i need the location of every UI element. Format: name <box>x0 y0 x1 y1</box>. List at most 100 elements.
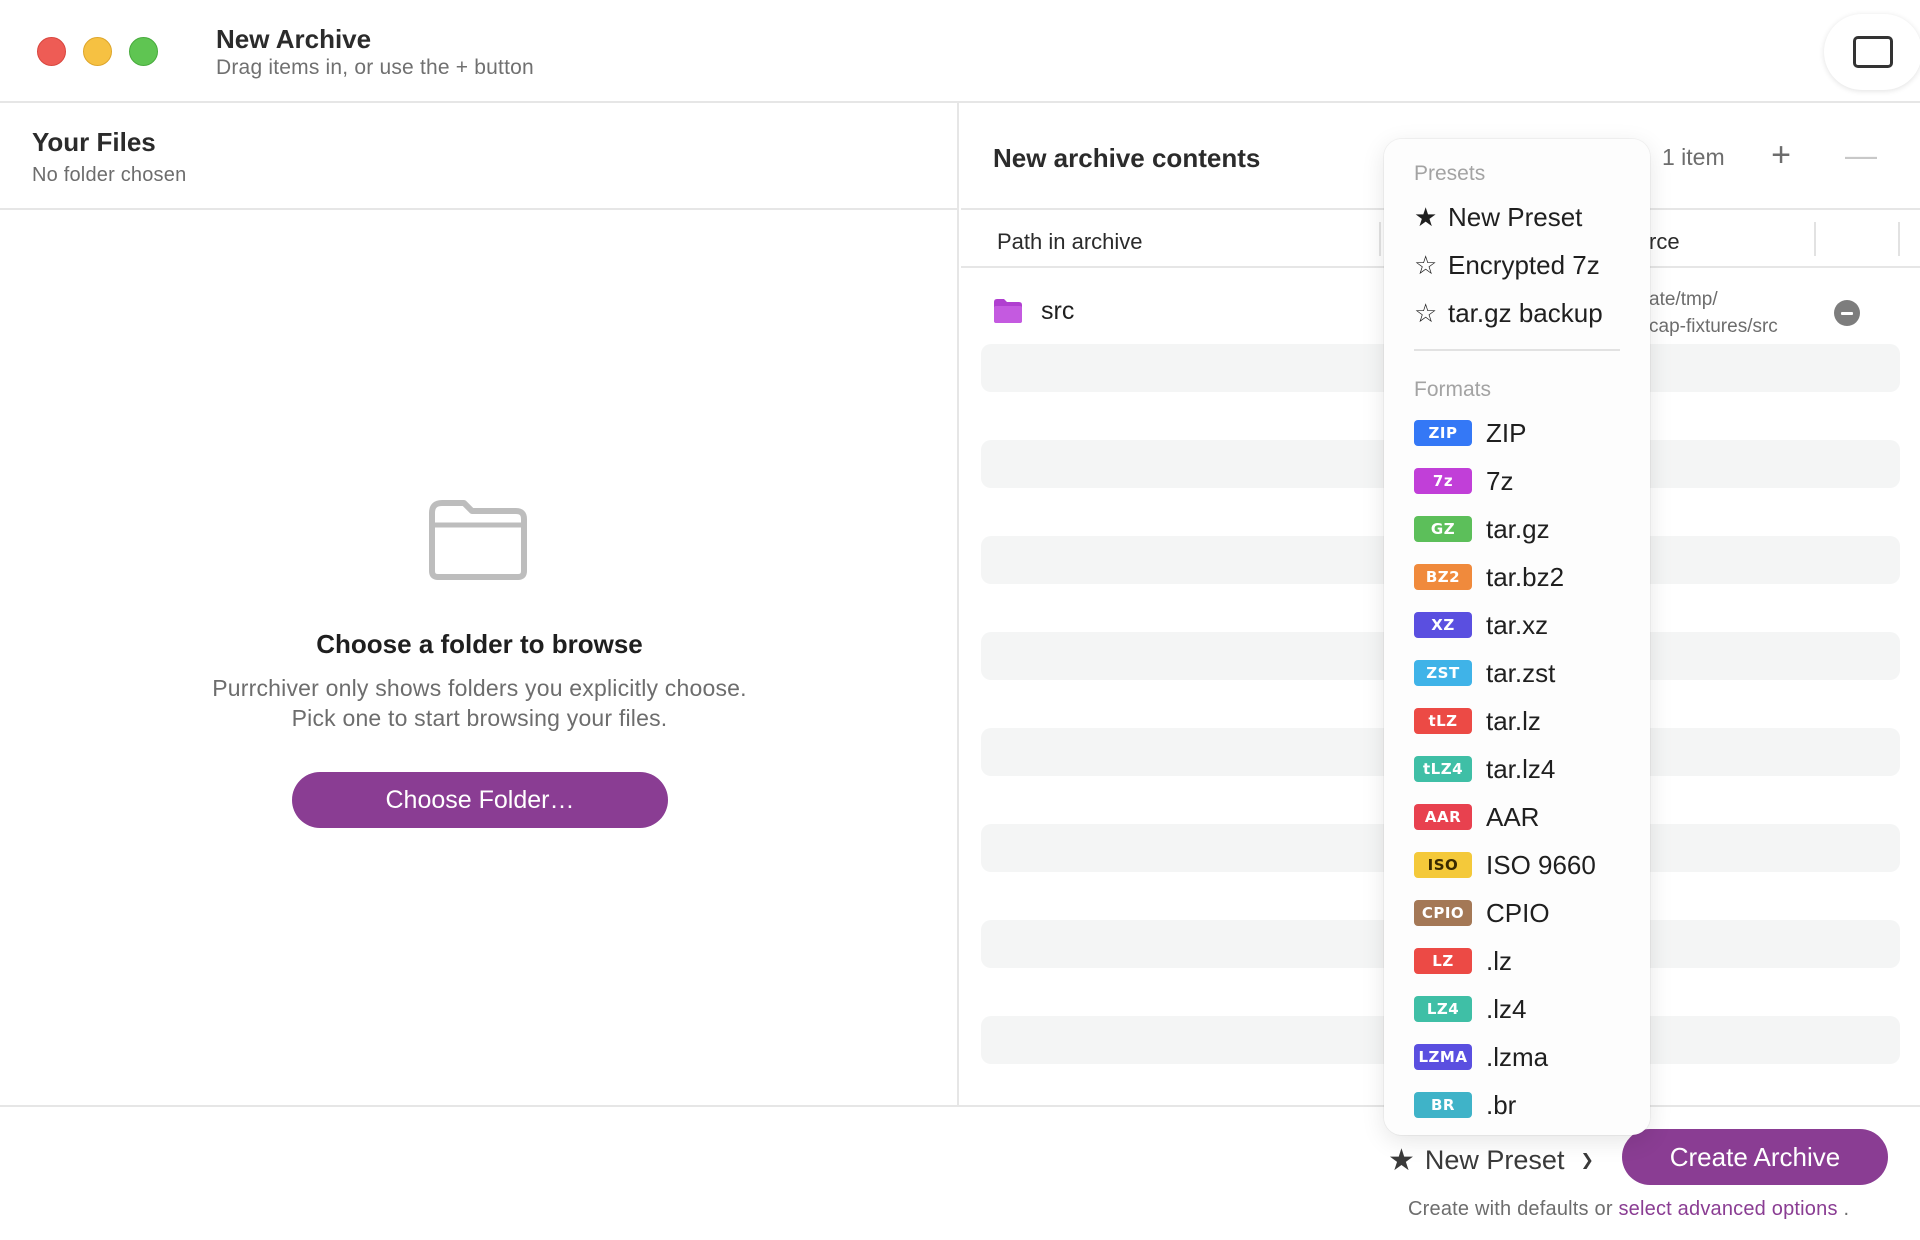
folder-icon <box>429 500 527 580</box>
format-badge: LZ4 <box>1414 996 1472 1022</box>
sidebar-icon <box>1853 36 1893 68</box>
remove-row-button[interactable] <box>1834 300 1860 326</box>
preset-selector[interactable]: ★ New Preset ❯ <box>1388 1139 1594 1181</box>
format-badge: BZ2 <box>1414 564 1472 590</box>
item-count: 1 item <box>1662 144 1725 170</box>
star-filled-icon: ★ <box>1414 201 1438 232</box>
menu-item-format[interactable]: ZIP ZIP <box>1384 409 1650 457</box>
empty-state-title: Choose a folder to browse <box>316 629 643 659</box>
menu-item-preset[interactable]: ★ New Preset <box>1384 193 1650 241</box>
menu-item-format[interactable]: CPIO CPIO <box>1384 889 1650 937</box>
window-close-button[interactable] <box>37 37 66 66</box>
choose-folder-button[interactable]: Choose Folder… <box>292 772 668 828</box>
star-filled-icon: ★ <box>1388 1143 1415 1177</box>
menu-item-label: CPIO <box>1486 897 1550 928</box>
column-divider[interactable] <box>1379 222 1381 256</box>
star-outline-icon: ☆ <box>1414 297 1438 328</box>
menu-section-presets: Presets <box>1414 162 1486 185</box>
files-pane: Your Files No folder chosen Choose a fol… <box>0 103 959 1105</box>
menu-item-format[interactable]: AAR AAR <box>1384 793 1650 841</box>
menu-item-label: New Preset <box>1448 201 1583 232</box>
menu-section-formats: Formats <box>1414 378 1492 401</box>
format-badge: AAR <box>1414 804 1472 830</box>
add-item-button[interactable]: + <box>1761 133 1801 177</box>
menu-item-format[interactable]: LZ4 .lz4 <box>1384 985 1650 1033</box>
menu-separator <box>1414 349 1620 351</box>
menu-item-format[interactable]: XZ tar.xz <box>1384 601 1650 649</box>
footer-hint-suffix: . <box>1843 1198 1850 1220</box>
footer-hint-text: Create with defaults or <box>1408 1198 1613 1220</box>
format-badge: tLZ4 <box>1414 756 1472 782</box>
row-name: src <box>1041 297 1075 325</box>
format-list: ZIP ZIP 7z 7z GZ tar.gz BZ2 tar.bz2 XZ tar.xz ZST t… <box>1384 409 1650 1129</box>
files-header: Your Files No folder chosen <box>0 103 957 210</box>
empty-state-body: Purrchiver only shows folders you explic… <box>212 675 747 731</box>
menu-item-format[interactable]: BR .br <box>1384 1081 1650 1129</box>
menu-item-label: tar.gz <box>1486 513 1550 544</box>
format-badge: LZMA <box>1414 1044 1472 1070</box>
menu-item-label: ISO 9660 <box>1486 849 1596 880</box>
format-badge: ZST <box>1414 660 1472 686</box>
format-badge: BR <box>1414 1092 1472 1118</box>
menu-item-label: 7z <box>1486 465 1514 496</box>
column-header-path[interactable]: Path in archive <box>997 229 1143 255</box>
column-header-source[interactable]: rce <box>1649 229 1680 255</box>
menu-item-format[interactable]: 7z 7z <box>1384 457 1650 505</box>
menu-item-label: .lz <box>1486 945 1512 976</box>
window-title: New Archive <box>216 24 372 54</box>
chevron-down-icon: ❯ <box>1580 1152 1594 1169</box>
window-zoom-button[interactable] <box>129 37 158 66</box>
row-source: ate/tmp/ cap-fixtures/src <box>1649 286 1779 340</box>
preset-list: ★ New Preset ☆ Encrypted 7z ☆ tar.gz backup <box>1384 193 1650 337</box>
sidebar-toggle-button[interactable] <box>1824 14 1920 90</box>
menu-item-label: tar.lz4 <box>1486 753 1556 784</box>
menu-item-format[interactable]: tLZ4 tar.lz4 <box>1384 745 1650 793</box>
menu-item-label: tar.bz2 <box>1486 561 1565 592</box>
menu-item-format[interactable]: LZMA .lzma <box>1384 1033 1650 1081</box>
footer-hint: Create with defaults or select advanced … <box>1408 1198 1849 1221</box>
format-badge: GZ <box>1414 516 1472 542</box>
row-source-line: cap-fixtures/src <box>1649 316 1778 337</box>
menu-item-preset[interactable]: ☆ Encrypted 7z <box>1384 241 1650 289</box>
menu-item-label: tar.zst <box>1486 657 1556 688</box>
menu-item-label: tar.gz backup <box>1448 297 1603 328</box>
menu-item-label: ZIP <box>1486 417 1527 448</box>
menu-item-format[interactable]: ZST tar.zst <box>1384 649 1650 697</box>
row-source-line: ate/tmp/ <box>1649 289 1718 310</box>
menu-item-label: Encrypted 7z <box>1448 249 1600 280</box>
files-title: Your Files <box>32 127 156 157</box>
create-archive-button[interactable]: Create Archive <box>1622 1129 1888 1185</box>
format-badge: tLZ <box>1414 708 1472 734</box>
window-minimize-button[interactable] <box>83 37 112 66</box>
remove-item-button[interactable]: — <box>1841 133 1881 177</box>
format-badge: CPIO <box>1414 900 1472 926</box>
title-bar: New Archive Drag items in, or use the + … <box>0 0 1920 103</box>
menu-item-format[interactable]: LZ .lz <box>1384 937 1650 985</box>
preset-selector-label: New Preset <box>1424 1144 1565 1175</box>
menu-item-format[interactable]: tLZ tar.lz <box>1384 697 1650 745</box>
format-badge: LZ <box>1414 948 1472 974</box>
menu-item-label: .lzma <box>1486 1041 1549 1072</box>
menu-item-label: .lz4 <box>1486 993 1527 1024</box>
minus-icon <box>1841 311 1853 315</box>
menu-item-label: .br <box>1486 1089 1517 1120</box>
menu-item-preset[interactable]: ☆ tar.gz backup <box>1384 289 1650 337</box>
menu-item-label: tar.lz <box>1486 705 1541 736</box>
files-subtitle: No folder chosen <box>32 164 187 186</box>
archive-contents-title: New archive contents <box>993 143 1261 173</box>
preset-format-menu: Presets ★ New Preset ☆ Encrypted 7z ☆ tar.gz … <box>1384 139 1650 1135</box>
star-outline-icon: ☆ <box>1414 249 1438 280</box>
menu-item-label: tar.xz <box>1486 609 1549 640</box>
format-badge: ZIP <box>1414 420 1472 446</box>
menu-item-format[interactable]: GZ tar.gz <box>1384 505 1650 553</box>
menu-item-format[interactable]: BZ2 tar.bz2 <box>1384 553 1650 601</box>
advanced-options-link[interactable]: select advanced options <box>1618 1198 1837 1220</box>
column-divider[interactable] <box>1814 222 1816 256</box>
format-badge: 7z <box>1414 468 1472 494</box>
format-badge: XZ <box>1414 612 1472 638</box>
window-subtitle: Drag items in, or use the + button <box>216 56 534 79</box>
menu-item-format[interactable]: ISO ISO 9660 <box>1384 841 1650 889</box>
menu-item-label: AAR <box>1486 801 1540 832</box>
folder-icon <box>994 299 1022 323</box>
column-divider[interactable] <box>1898 222 1900 256</box>
